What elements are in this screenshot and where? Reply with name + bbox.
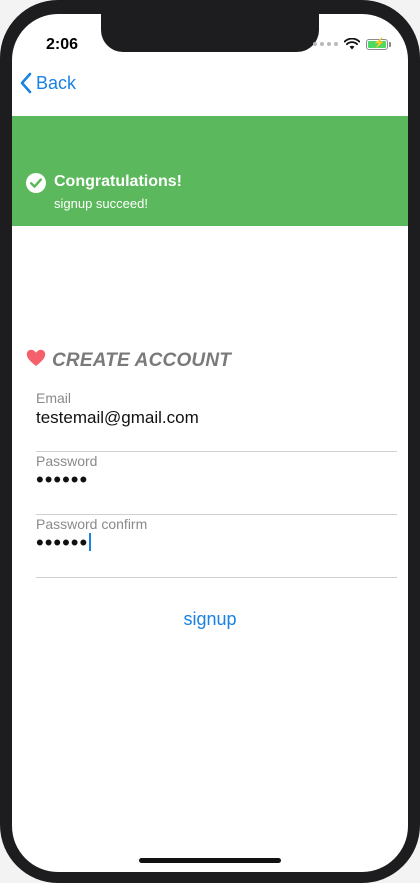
status-time: 2:06: [46, 36, 79, 53]
check-circle-icon: [26, 173, 46, 193]
password-confirm-field[interactable]: Password confirm ••••••: [36, 516, 397, 578]
battery-charging-icon: ⚡: [366, 38, 391, 50]
create-account-title: CREATE ACCOUNT: [52, 350, 232, 371]
email-field[interactable]: Email testemail@gmail.com: [36, 390, 397, 452]
banner-title: Congratulations!: [54, 173, 182, 190]
password-value: ••••••: [36, 467, 89, 492]
wifi-icon: [344, 38, 360, 50]
email-label: Email: [36, 390, 72, 406]
signal-dots-icon: [313, 42, 338, 46]
banner-message: signup succeed!: [54, 196, 148, 211]
back-button[interactable]: Back: [20, 72, 76, 94]
device-notch: [101, 14, 319, 52]
home-indicator[interactable]: [139, 858, 281, 863]
app-screen: 2:06 ⚡ Back Congratulations! signup succ…: [12, 14, 408, 872]
text-caret: [89, 533, 92, 552]
password-field[interactable]: Password ••••••: [36, 453, 397, 515]
password-confirm-value: ••••••: [36, 530, 89, 555]
chevron-left-icon: [20, 72, 32, 94]
email-value: testemail@gmail.com: [36, 408, 199, 427]
success-banner: Congratulations! signup succeed!: [12, 116, 408, 226]
status-icons: ⚡: [313, 37, 391, 51]
heart-icon: [26, 349, 46, 366]
password-confirm-value-wrap: ••••••: [36, 530, 92, 556]
back-label: Back: [36, 72, 77, 93]
create-account-heading: CREATE ACCOUNT: [26, 348, 231, 374]
signup-button[interactable]: signup: [12, 609, 408, 630]
device-frame: 2:06 ⚡ Back Congratulations! signup succ…: [0, 0, 420, 883]
